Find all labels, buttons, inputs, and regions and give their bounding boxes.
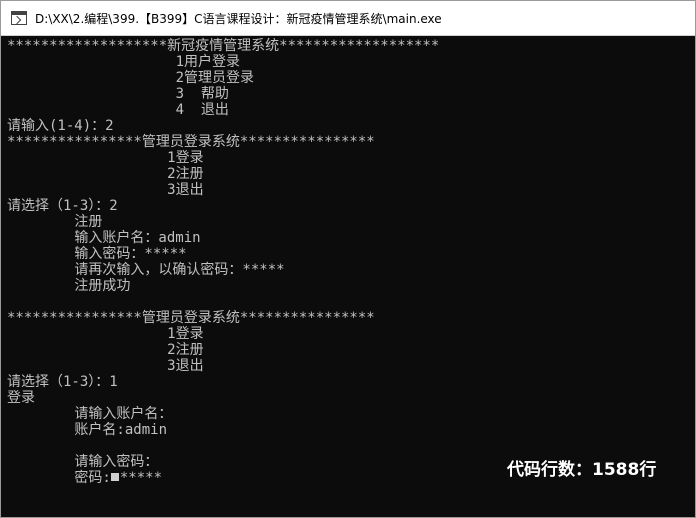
console-line: *******************新冠疫情管理系统*************… — [7, 38, 440, 54]
console-line: 1用户登录 — [7, 54, 241, 70]
password-mask: ***** — [119, 470, 163, 486]
console-line: 请再次输入，以确认密码：***** — [7, 262, 285, 278]
console-line: 1登录 — [7, 326, 204, 342]
console-line: 注册成功 — [7, 278, 131, 294]
console-app-icon — [11, 11, 27, 25]
console-line: 密码: — [7, 470, 111, 486]
console-line: 输入密码：***** — [7, 246, 187, 262]
console-line: 请输入(1-4)：2 — [7, 118, 114, 134]
console-line: 2注册 — [7, 342, 204, 358]
code-lines-watermark: 代码行数：1588行 — [507, 460, 657, 480]
console-line: 3退出 — [7, 182, 204, 198]
console-line: 请选择（1-3）：2 — [7, 198, 118, 214]
console-line: 3退出 — [7, 358, 204, 374]
console-line: 3 帮助 — [7, 86, 229, 102]
console-line: 请输入密码： — [7, 454, 159, 470]
console-line: ****************管理员登录系统**************** — [7, 134, 375, 150]
console-line-prompt: 密码: ***** — [7, 470, 162, 486]
window-title: D:\XX\2.编程\399.【B399】C语言课程设计：新冠疫情管理系统\ma… — [35, 12, 442, 26]
console-line: 1登录 — [7, 150, 204, 166]
console-line: 注册 — [7, 214, 103, 230]
console-line: 请选择（1-3）：1 — [7, 374, 118, 390]
text-cursor — [110, 473, 119, 481]
console-line: 输入账户名：admin — [7, 230, 201, 246]
console-line: 请输入账户名： — [7, 406, 173, 422]
console-line: ****************管理员登录系统**************** — [7, 310, 375, 326]
console-output[interactable]: *******************新冠疫情管理系统*************… — [1, 36, 695, 517]
console-window: D:\XX\2.编程\399.【B399】C语言课程设计：新冠疫情管理系统\ma… — [0, 0, 696, 518]
title-bar[interactable]: D:\XX\2.编程\399.【B399】C语言课程设计：新冠疫情管理系统\ma… — [1, 1, 695, 36]
console-line: 4 退出 — [7, 102, 229, 118]
console-line: 2注册 — [7, 166, 204, 182]
console-line: 账户名:admin — [7, 422, 168, 438]
console-line: 2管理员登录 — [7, 70, 255, 86]
console-line: 登录 — [7, 390, 35, 406]
